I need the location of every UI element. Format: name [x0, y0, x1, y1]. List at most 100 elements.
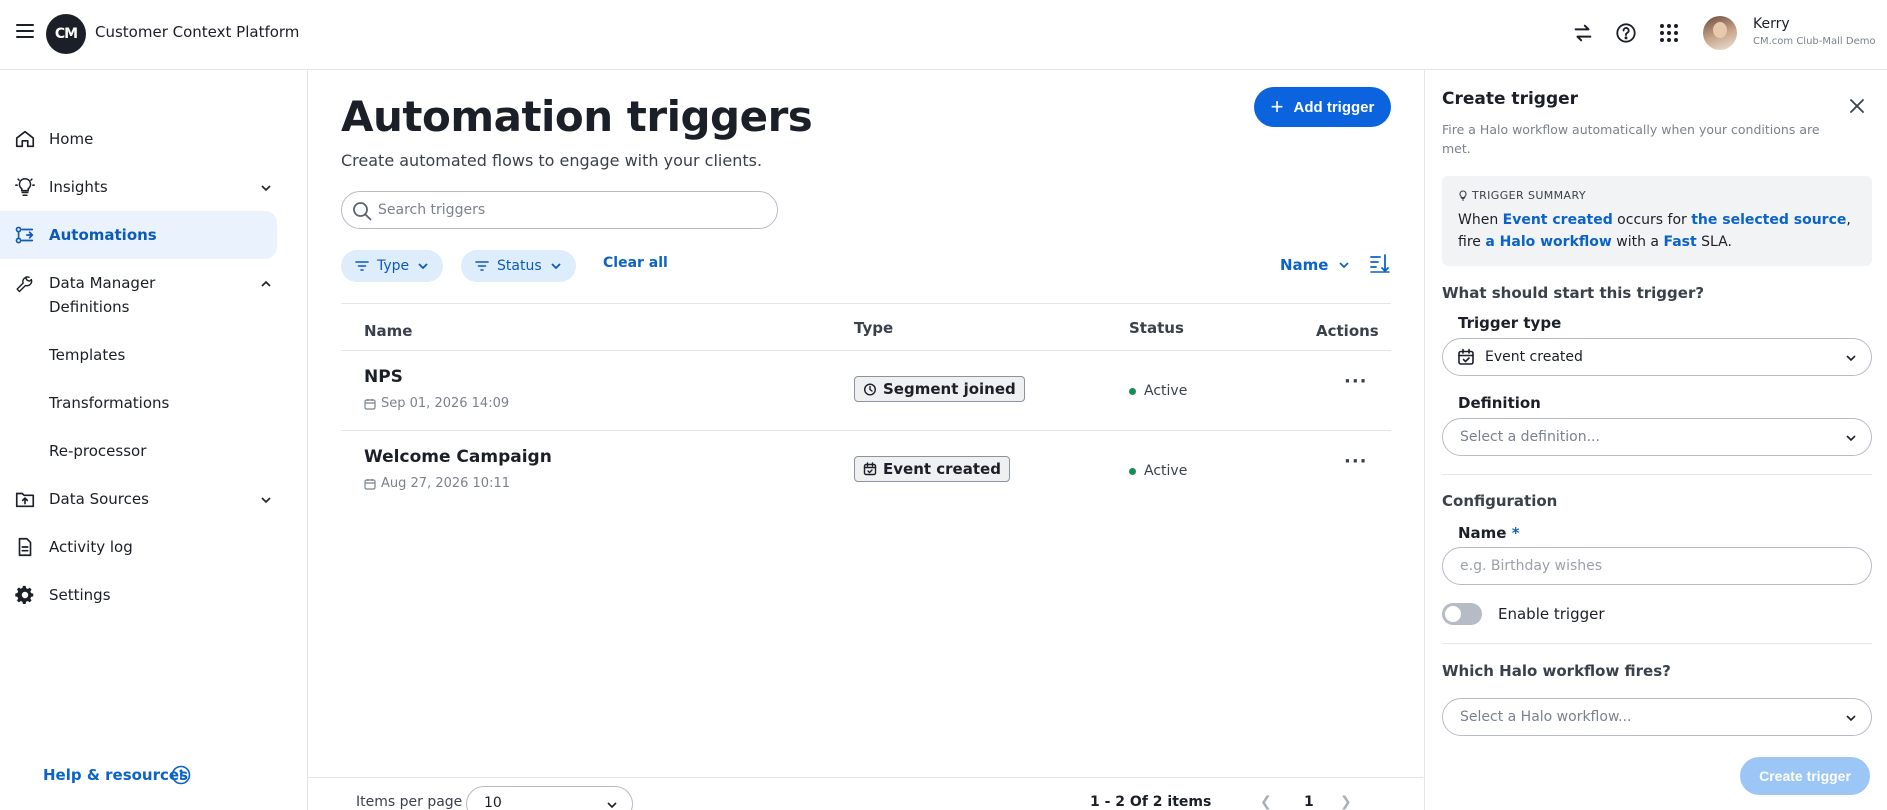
sort-direction-icon[interactable] [1368, 251, 1392, 275]
filter-icon [475, 261, 489, 271]
summary-event: Event created [1502, 212, 1613, 228]
sidebar-item-automations[interactable]: Automations [0, 211, 277, 259]
status-filter-chip[interactable]: Status [461, 250, 576, 282]
panel-description: Fire a Halo workflow automatically when … [1442, 122, 1820, 156]
halo-workflow-select[interactable]: Select a Halo workflow... [1442, 698, 1872, 736]
search-icon [352, 201, 372, 221]
status-label: Active [1144, 463, 1188, 479]
info-icon[interactable] [171, 765, 191, 785]
automation-icon [14, 224, 36, 246]
trigger-summary: TRIGGER SUMMARY When Event created occur… [1442, 176, 1872, 266]
create-trigger-button[interactable]: Create trigger [1740, 757, 1870, 795]
trigger-date: Sep 01, 2026 14:09 [364, 396, 509, 411]
sidebar-item-insights[interactable]: Insights [0, 163, 277, 211]
calendar-check-icon [1457, 348, 1475, 366]
sidebar-subitem-reprocessor[interactable]: Re-processor [49, 442, 146, 460]
sidebar-item-home[interactable]: Home [0, 115, 277, 163]
user-name: Kerry [1753, 16, 1790, 32]
items-per-page-select[interactable]: 10 [466, 786, 633, 810]
sidebar-item-label: Settings [49, 586, 111, 604]
chevron-down-icon [1846, 435, 1856, 442]
clear-all-link[interactable]: Clear all [603, 255, 668, 271]
help-icon[interactable] [1613, 20, 1639, 46]
more-actions-icon[interactable]: ··· [1344, 371, 1368, 392]
sort-by-dropdown[interactable]: Name [1280, 256, 1350, 274]
search-input[interactable] [378, 202, 758, 218]
enable-trigger-toggle[interactable] [1442, 603, 1482, 625]
pagination-range: 1 - 2 Of 2 items [1090, 794, 1212, 810]
gear-icon [14, 584, 36, 606]
sidebar-item-data-sources[interactable]: Data Sources [0, 475, 277, 523]
definition-placeholder: Select a definition... [1460, 429, 1600, 445]
trigger-type-select[interactable]: Event created [1442, 338, 1872, 376]
trigger-date: Aug 27, 2026 10:11 [364, 476, 510, 491]
close-icon[interactable] [1849, 98, 1865, 114]
sidebar-subitem-templates[interactable]: Templates [49, 346, 125, 364]
lightbulb-icon [1459, 190, 1467, 201]
items-per-page-label: Items per page [356, 794, 463, 810]
chevron-down-icon [418, 263, 428, 270]
top-bar: CM Customer Context Platform Kerry CM.co… [0, 0, 1887, 70]
status-badge: Active [1129, 383, 1187, 399]
chevron-down-icon [550, 263, 561, 270]
search-box [341, 191, 778, 229]
type-filter-chip[interactable]: Type [341, 250, 444, 282]
workflow-question: Which Halo workflow fires? [1442, 662, 1671, 680]
trigger-name[interactable]: NPS [364, 367, 403, 387]
page-number[interactable]: 1 [1304, 794, 1314, 810]
filter-icon [355, 261, 369, 271]
column-header-actions: Actions [1316, 322, 1379, 340]
trigger-date-text: Sep 01, 2026 14:09 [381, 396, 510, 411]
trigger-summary-text: When Event created occurs for the select… [1458, 212, 1851, 250]
sidebar-item-label: Home [49, 130, 94, 148]
sidebar-subitem-definitions[interactable]: Definitions [49, 298, 129, 316]
definition-select[interactable]: Select a definition... [1442, 418, 1872, 456]
chevron-down-icon [260, 492, 272, 504]
wrench-icon [14, 272, 36, 294]
sidebar: Home Insights Automations Data Manager D… [0, 70, 308, 810]
trigger-date-text: Aug 27, 2026 10:11 [381, 476, 511, 491]
trigger-type-value: Event created [1485, 349, 1583, 365]
type-filter-label: Type [377, 258, 410, 274]
page-subtitle: Create automated flows to engage with yo… [341, 151, 763, 170]
lightbulb-icon [14, 176, 36, 198]
user-org: CM.com Club-Mall Demo [1753, 36, 1876, 47]
summary-sla: Fast [1663, 234, 1697, 250]
upload-folder-icon [14, 488, 36, 510]
menu-icon[interactable] [16, 24, 34, 40]
chevron-up-icon [260, 276, 272, 288]
sort-by-label: Name [1280, 256, 1329, 274]
sidebar-item-label: Data Manager [49, 274, 156, 292]
status-dot [1129, 387, 1136, 395]
apps-grid-icon[interactable] [1656, 20, 1682, 46]
avatar[interactable] [1703, 16, 1737, 50]
more-actions-icon[interactable]: ··· [1344, 451, 1368, 472]
sidebar-item-label: Activity log [49, 538, 133, 556]
chevron-down-icon [1846, 355, 1856, 362]
add-trigger-button[interactable]: + Add trigger [1254, 87, 1391, 127]
name-field-wrapper [1442, 547, 1872, 585]
next-page-icon[interactable]: ❯ [1340, 794, 1352, 810]
summary-source: the selected source [1691, 212, 1847, 228]
create-trigger-panel: Create trigger Fire a Halo workflow auto… [1424, 70, 1887, 810]
calendar-icon [364, 478, 376, 490]
switch-icon[interactable] [1570, 20, 1596, 46]
name-field[interactable] [1460, 558, 1850, 574]
pagination-bar: Items per page 10 1 - 2 Of 2 items ❮ 1 ❯ [308, 777, 1423, 810]
calendar-check-icon [863, 462, 877, 476]
app-title: Customer Context Platform [95, 23, 300, 41]
trigger-name[interactable]: Welcome Campaign [364, 447, 552, 467]
sidebar-item-settings[interactable]: Settings [0, 571, 277, 619]
status-label: Active [1144, 383, 1188, 399]
help-resources-link[interactable]: Help & resources [43, 766, 188, 784]
workflow-placeholder: Select a Halo workflow... [1460, 709, 1632, 725]
add-trigger-label: Add trigger [1293, 98, 1375, 116]
column-header-name[interactable]: Name [364, 322, 412, 340]
definition-label: Definition [1458, 394, 1541, 412]
sidebar-item-data-manager[interactable]: Data Manager [0, 259, 277, 307]
chevron-down-icon [607, 802, 617, 809]
previous-page-icon[interactable]: ❮ [1260, 794, 1272, 810]
sidebar-subitem-transformations[interactable]: Transformations [49, 394, 169, 412]
name-label: Name * [1458, 524, 1520, 542]
sidebar-item-activity-log[interactable]: Activity log [0, 523, 277, 571]
